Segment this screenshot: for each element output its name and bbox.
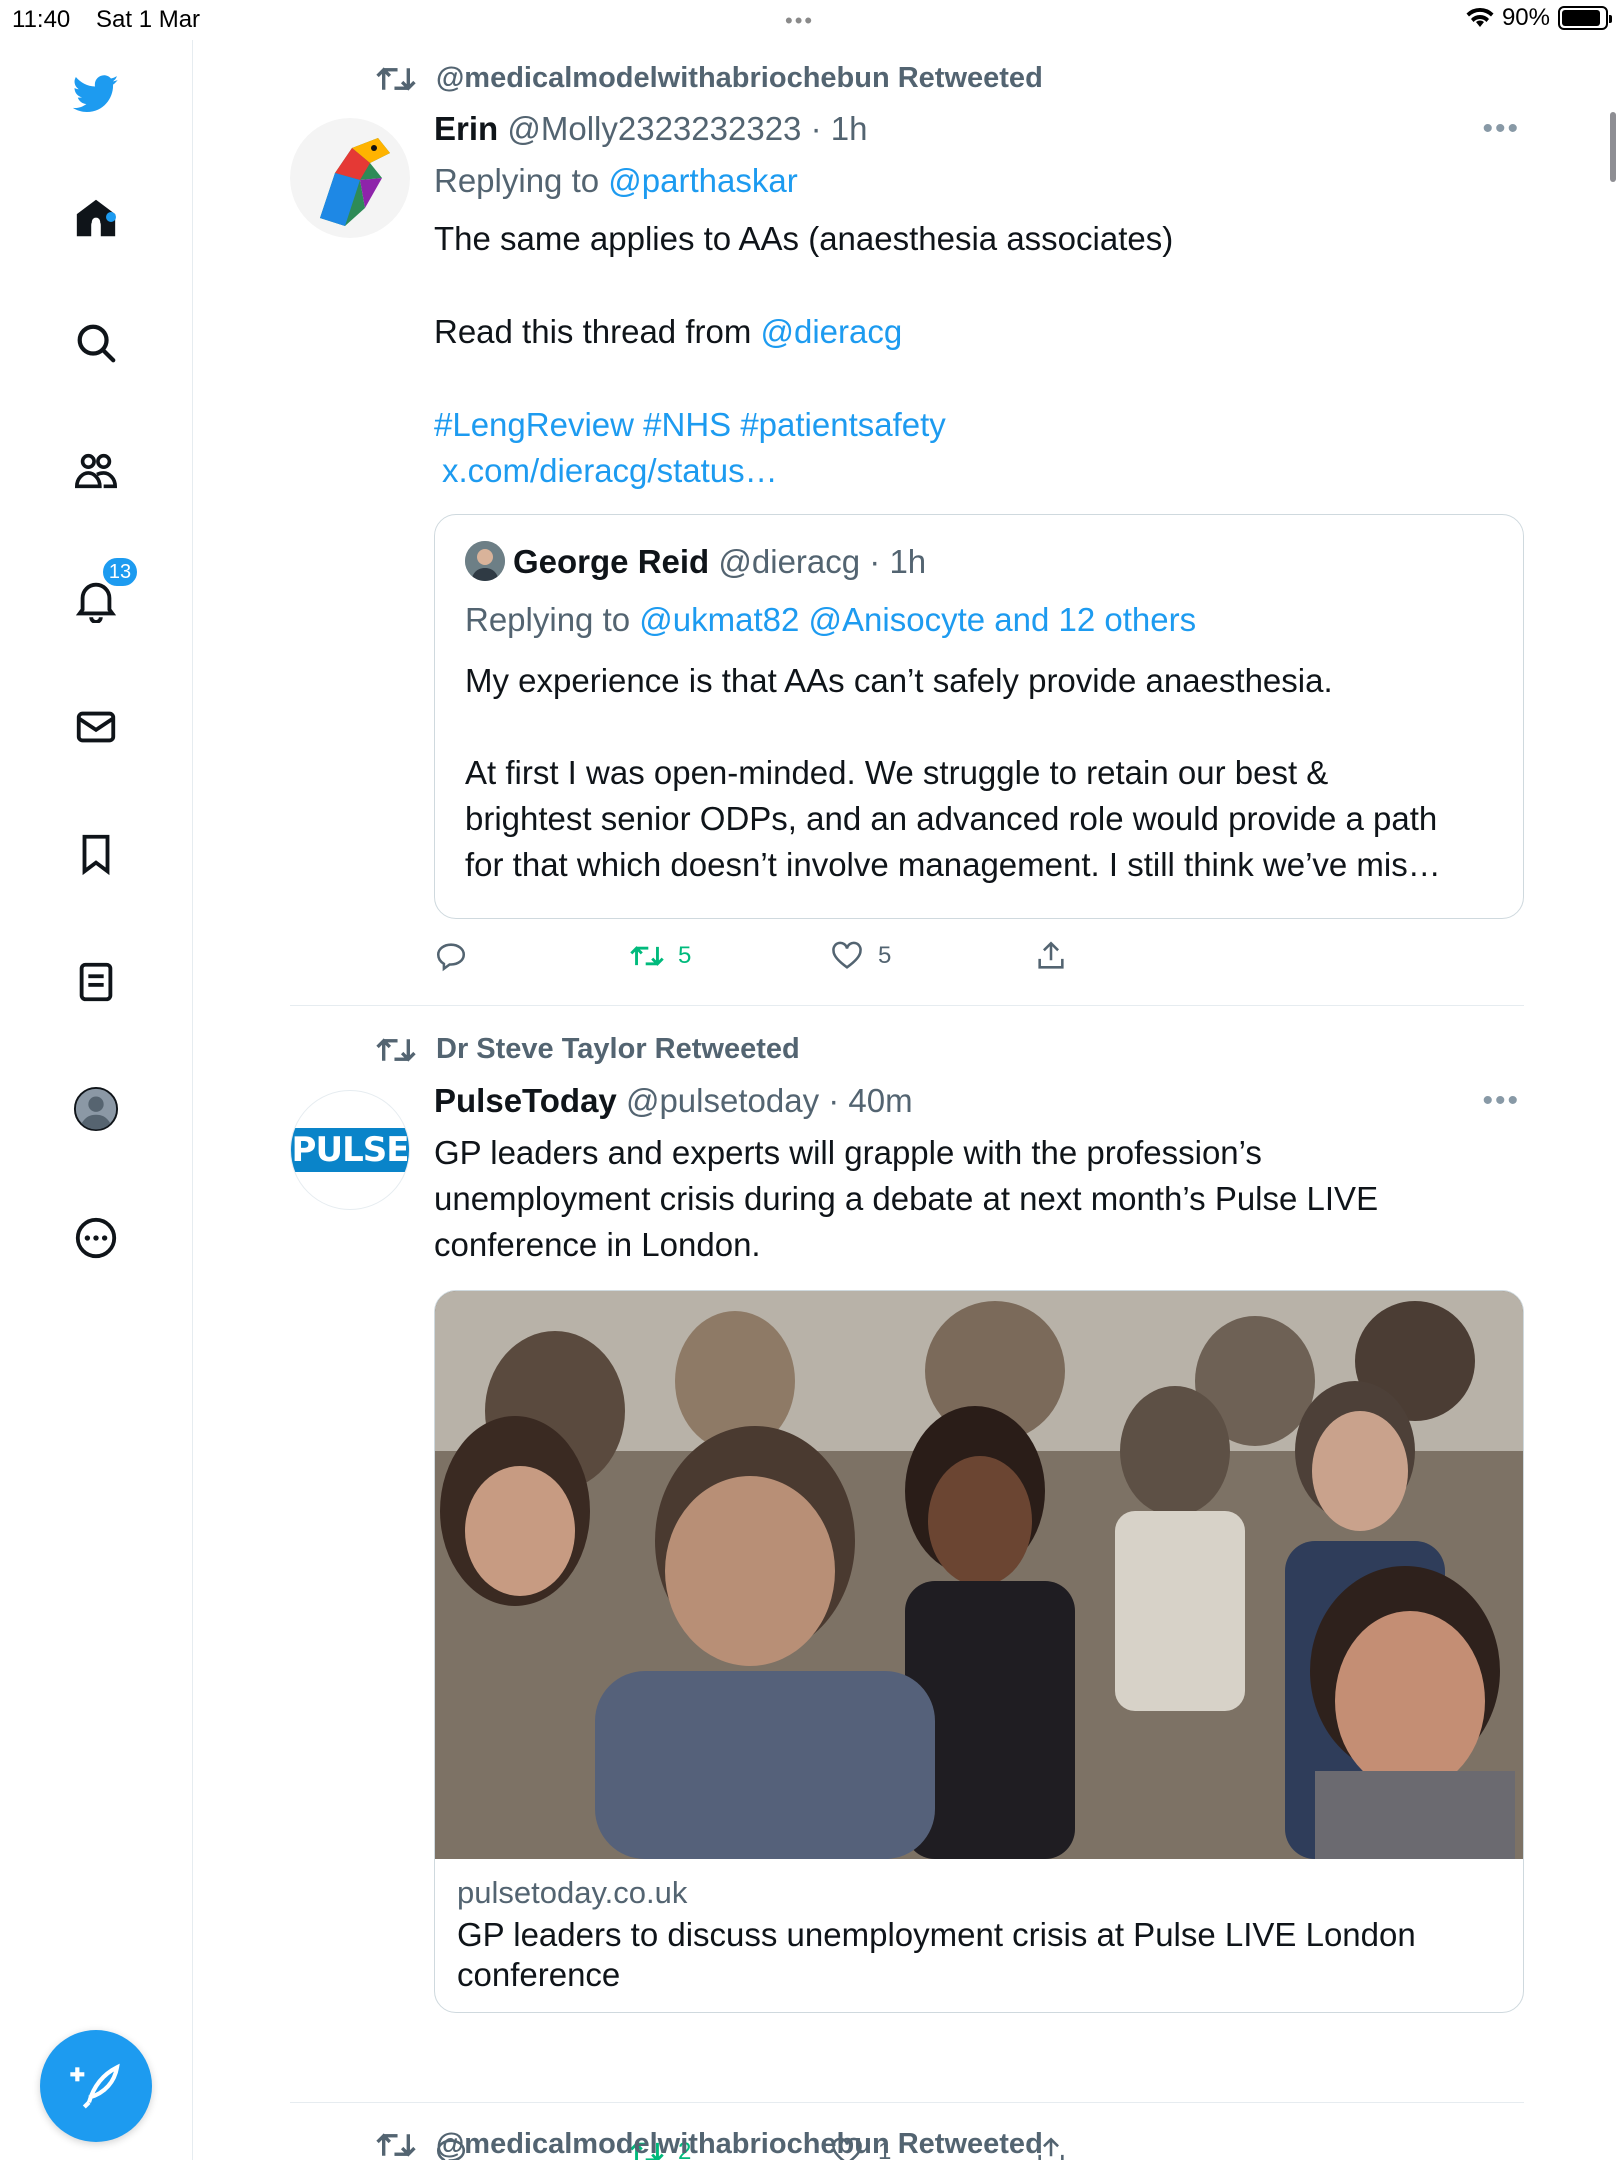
tweet-more-icon[interactable]: ••• xyxy=(1482,112,1520,146)
author-handle[interactable]: @pulsetoday xyxy=(626,1082,819,1119)
retweet-icon xyxy=(376,2132,416,2157)
hashtags[interactable]: #LengReview #NHS #patientsafety xyxy=(434,402,946,448)
link-card[interactable]: pulsetoday.co.uk GP leaders to discuss u… xyxy=(434,1290,1524,2013)
quote-text-line: brightest senior ODPs, and an advanced r… xyxy=(465,800,1438,837)
quoted-tweet[interactable]: George Reid @dieracg · 1h Replying to @u… xyxy=(434,514,1524,919)
lists-icon[interactable] xyxy=(66,952,126,1012)
quote-time: 1h xyxy=(889,543,927,580)
compose-icon xyxy=(70,2063,120,2109)
reply-mention[interactable]: @parthaskar xyxy=(608,162,797,199)
heart-icon xyxy=(832,941,862,969)
retweet-context: @medicalmodelwithabriochebun Retweeted xyxy=(376,62,1043,95)
retweet-icon xyxy=(630,946,664,966)
retweeted-by[interactable]: Dr Steve Taylor Retweeted xyxy=(436,1033,800,1066)
tweet-time[interactable]: 40m xyxy=(848,1082,912,1119)
bookmarks-icon[interactable] xyxy=(66,824,126,884)
quote-text-line: for that which doesn’t involve managemen… xyxy=(465,846,1441,883)
quote-replying-line: Replying to @ukmat82 @Anisocyte and 12 o… xyxy=(465,601,1196,639)
profile-icon[interactable] xyxy=(66,1079,126,1139)
card-domain: pulsetoday.co.uk xyxy=(457,1875,688,1910)
card-image[interactable] xyxy=(435,1291,1523,1859)
retweet-count: 5 xyxy=(678,942,692,969)
retweet-button[interactable]: 5 xyxy=(630,939,691,973)
tweet-text-line: unemployment crisis during a debate at n… xyxy=(434,1180,1379,1217)
tweet-actions: 5 5 xyxy=(434,939,1134,983)
pulse-logo: PULSE xyxy=(291,1128,409,1172)
retweeted-by[interactable]: @medicalmodelwithabriochebun Retweeted xyxy=(436,2128,1043,2160)
scrollbar[interactable] xyxy=(1610,112,1616,182)
avatar[interactable] xyxy=(290,118,410,238)
tweet-text-line: GP leaders and experts will grapple with… xyxy=(434,1134,1262,1171)
meta-separator: · xyxy=(819,1082,849,1119)
share-icon xyxy=(1038,941,1064,969)
share-button[interactable] xyxy=(1034,939,1068,973)
author-handle[interactable]: @Molly2323232323 xyxy=(507,110,801,147)
status-right: 90% xyxy=(1466,4,1612,32)
status-time: 11:40 xyxy=(12,6,71,33)
search-icon[interactable] xyxy=(66,313,126,373)
quote-author-handle: @dieracg xyxy=(718,543,861,580)
replying-prefix: Replying to xyxy=(465,601,631,638)
reply-icon xyxy=(436,943,466,972)
battery-icon xyxy=(1558,6,1612,30)
text-prefix: Read this thread from xyxy=(434,313,752,350)
quote-text: My experience is that AAs can’t safely p… xyxy=(465,658,1441,888)
replying-prefix: Replying to xyxy=(434,162,600,199)
tweet-time[interactable]: 1h xyxy=(831,110,868,147)
author-name[interactable]: Erin xyxy=(434,110,498,147)
tweet-text-line: conference in London. xyxy=(434,1226,761,1263)
meta-separator: · xyxy=(801,110,831,147)
avatar[interactable]: PULSE xyxy=(290,1090,410,1210)
quote-author-name: George Reid xyxy=(513,543,710,580)
reply-button[interactable] xyxy=(434,939,468,973)
mention-link[interactable]: @dieracg xyxy=(761,313,903,350)
tweet-text: GP leaders and experts will grapple with… xyxy=(434,1130,1378,1268)
meta-separator: · xyxy=(860,543,890,580)
quote-text-line: My experience is that AAs can’t safely p… xyxy=(465,662,1333,699)
retweet-context: @medicalmodelwithabriochebun Retweeted xyxy=(376,2128,1043,2160)
tweet-header: Erin @Molly2323232323 · 1h xyxy=(434,110,867,148)
tweet-text-line: The same applies to AAs (anaesthesia ass… xyxy=(434,220,1174,257)
tweet-text-line: Read this thread from @dieracg xyxy=(434,309,902,355)
compose-button[interactable] xyxy=(40,2030,152,2142)
retweet-icon xyxy=(376,1037,416,1062)
reply-mentions: @ukmat82 @Anisocyte and 12 others xyxy=(639,601,1197,638)
tweet-url-link[interactable]: x.com/dieracg/status… xyxy=(442,448,778,494)
retweet-context: Dr Steve Taylor Retweeted xyxy=(376,1033,800,1066)
communities-icon[interactable] xyxy=(66,441,126,501)
home-icon[interactable] xyxy=(66,188,126,248)
retweet-icon xyxy=(376,66,416,91)
multitasking-dots-icon[interactable]: ••• xyxy=(785,8,814,34)
more-icon[interactable] xyxy=(66,1208,126,1268)
card-title-line: GP leaders to discuss unemployment crisi… xyxy=(457,1916,1416,1953)
quote-text-line: At first I was open-minded. We struggle … xyxy=(465,754,1329,791)
tweet-header: PulseToday @pulsetoday · 40m xyxy=(434,1082,913,1120)
quote-header: George Reid @dieracg · 1h xyxy=(513,543,926,581)
like-button[interactable]: 5 xyxy=(830,939,891,973)
status-bar: 11:40 Sat 1 Mar ••• 90% xyxy=(0,0,1620,40)
quote-avatar xyxy=(465,541,505,581)
card-title: GP leaders to discuss unemployment crisi… xyxy=(457,1915,1416,1995)
wifi-icon xyxy=(1466,7,1494,27)
twitter-bird-icon[interactable] xyxy=(66,64,126,124)
notifications-badge: 13 xyxy=(101,556,139,588)
author-name[interactable]: PulseToday xyxy=(434,1082,617,1119)
card-title-line: conference xyxy=(457,1956,621,1993)
retweeted-by[interactable]: @medicalmodelwithabriochebun Retweeted xyxy=(436,62,1043,95)
tweet-more-icon[interactable]: ••• xyxy=(1482,1084,1520,1118)
battery-percent: 90% xyxy=(1501,4,1550,31)
like-count: 5 xyxy=(878,942,892,969)
sidebar: 13 xyxy=(0,40,193,2160)
status-date: Sat 1 Mar xyxy=(96,6,201,33)
tweet-divider xyxy=(290,1005,1524,1006)
home-unread-dot xyxy=(106,212,116,222)
messages-icon[interactable] xyxy=(66,697,126,757)
tweet-divider xyxy=(290,2102,1524,2103)
replying-line: Replying to @parthaskar xyxy=(434,158,798,204)
